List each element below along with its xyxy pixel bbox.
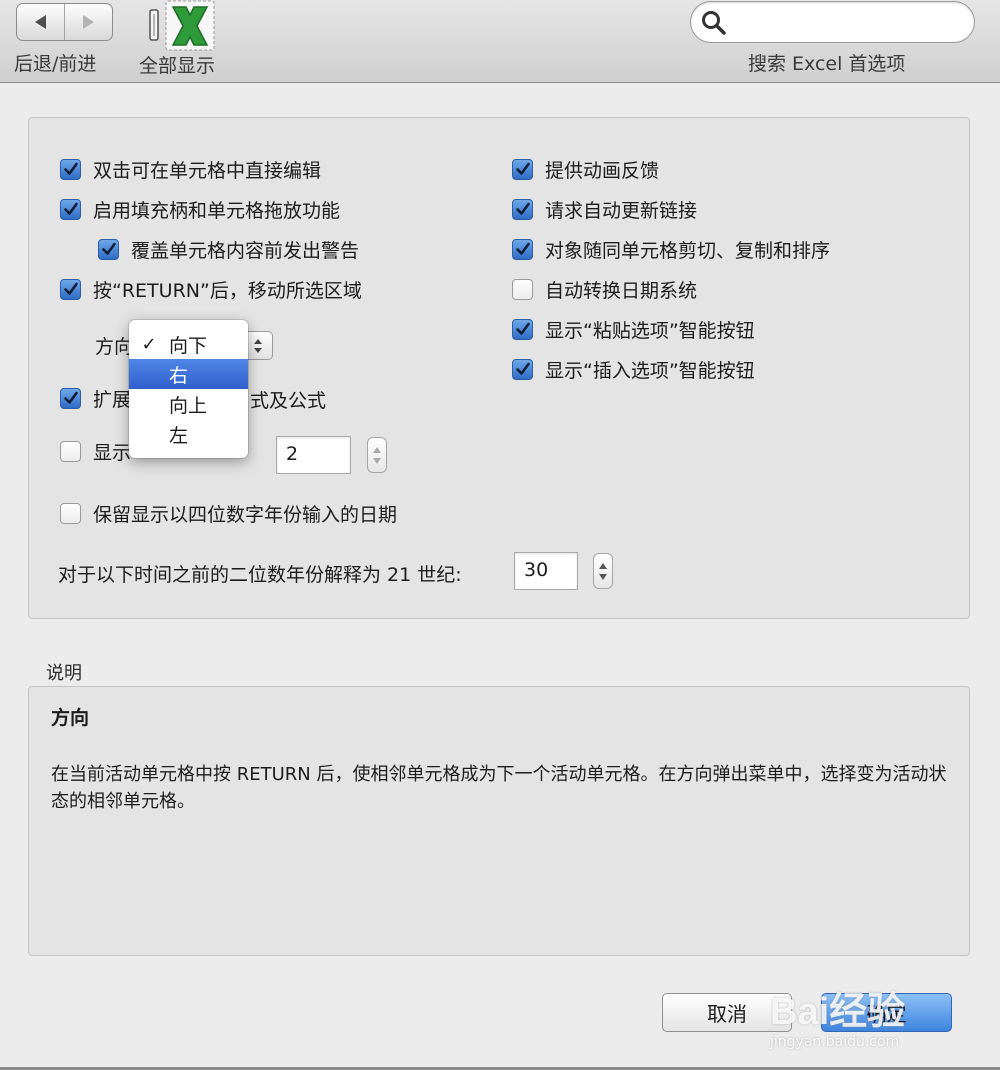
back-forward-control[interactable] [16, 3, 113, 41]
checkbox-checked[interactable] [60, 278, 81, 300]
option-label: 自动转换日期系统 [545, 279, 698, 302]
show-all-label: 全部显示 [139, 55, 216, 77]
checkbox-checked[interactable] [512, 238, 533, 260]
menu-item-label: 向下 [169, 334, 208, 357]
option-label: 按“RETURN”后，移动所选区域 [93, 279, 362, 302]
option-label: 双击可在单元格中直接编辑 [93, 159, 322, 182]
option-animation-feedback[interactable]: 提供动画反馈 [512, 156, 659, 182]
option-objects-with-cells[interactable]: 对象随同单元格剪切、复制和排序 [512, 236, 830, 262]
search-label: 搜索 Excel 首选项 [748, 53, 906, 75]
decimal-places-stepper[interactable] [367, 437, 387, 473]
excel-show-all-icon[interactable] [146, 0, 216, 52]
checkmark-icon [63, 282, 78, 295]
menu-item-label: 向上 [169, 394, 208, 417]
checkmark-icon [515, 322, 530, 335]
description-caption: 说明 [46, 663, 82, 684]
forward-arrow-icon [83, 15, 94, 29]
option-label: 启用填充柄和单元格拖放功能 [93, 199, 341, 222]
toolbar: 后退/前进 全部显示 搜索 Excel 首选项 [0, 0, 1000, 83]
option-show-decimal-places[interactable]: 显示 [60, 438, 131, 464]
option-fill-handle-drag-drop[interactable]: 启用填充柄和单元格拖放功能 [60, 196, 340, 222]
ok-button[interactable]: 确定 [821, 993, 952, 1032]
stepper-down-icon[interactable] [599, 573, 607, 580]
century-year-stepper[interactable] [593, 553, 613, 589]
option-double-click-edit[interactable]: 双击可在单元格中直接编辑 [60, 156, 321, 182]
search-icon [702, 11, 726, 35]
menu-item-label: 左 [169, 424, 189, 447]
option-label: 对象随同单元格剪切、复制和排序 [545, 239, 831, 262]
checkbox-checked[interactable] [512, 158, 533, 180]
option-insert-options-button[interactable]: 显示“插入选项”智能按钮 [512, 356, 755, 382]
option-label: 提供动画反馈 [545, 159, 660, 182]
cancel-button[interactable]: 取消 [662, 993, 792, 1032]
option-extend-label-tail: 式及公式 [250, 390, 327, 412]
menu-item-label: 右 [169, 364, 189, 387]
checkbox-checked[interactable] [512, 198, 533, 220]
description-title: 方向 [51, 707, 90, 729]
back-forward-label: 后退/前进 [14, 53, 97, 75]
checkmark-icon [515, 362, 530, 375]
checkbox-checked[interactable] [60, 158, 81, 180]
checkbox-unchecked[interactable] [512, 278, 533, 300]
forward-button[interactable] [64, 4, 112, 40]
stepper-up-icon[interactable] [599, 562, 607, 569]
option-auto-convert-date-system[interactable]: 自动转换日期系统 [512, 276, 697, 302]
option-extend-formats[interactable]: 扩展 [60, 385, 131, 411]
stepper-down-icon[interactable] [373, 457, 381, 464]
stepper-up-icon[interactable] [373, 446, 381, 453]
checkbox-checked[interactable] [60, 387, 81, 409]
option-overwrite-warning[interactable]: 覆盖单元格内容前发出警告 [98, 236, 359, 262]
option-label: 覆盖单元格内容前发出警告 [131, 239, 360, 262]
checkmark-icon [515, 162, 530, 175]
back-arrow-icon [35, 15, 46, 29]
direction-dropdown-menu: ✓ 向下 右 向上 左 [129, 320, 248, 458]
option-move-after-return[interactable]: 按“RETURN”后，移动所选区域 [60, 276, 362, 302]
menu-item-down[interactable]: ✓ 向下 [129, 329, 248, 359]
checkmark-icon [515, 242, 530, 255]
option-paste-options-button[interactable]: 显示“粘贴选项”智能按钮 [512, 316, 755, 342]
menu-item-left[interactable]: 左 [129, 419, 248, 449]
option-label: 扩展 [93, 388, 132, 411]
direction-label: 方向 [95, 336, 134, 358]
checkbox-unchecked[interactable] [60, 502, 81, 524]
watermark-url: jingyan.baidu.com [770, 1034, 900, 1050]
search-input[interactable] [731, 8, 966, 36]
menu-item-up[interactable]: 向上 [129, 389, 248, 419]
checkmark-icon [63, 391, 78, 404]
decimal-places-field[interactable]: 2 [276, 436, 351, 474]
century-label: 对于以下时间之前的二位数年份解释为 21 世纪: [58, 564, 462, 586]
checkmark-icon [63, 162, 78, 175]
checkmark-icon [515, 202, 530, 215]
checkbox-checked[interactable] [98, 238, 119, 260]
option-label: 显示“粘贴选项”智能按钮 [545, 319, 755, 342]
checkmark-icon [63, 202, 78, 215]
option-label: 显示“插入选项”智能按钮 [545, 359, 755, 382]
updown-chevron-icon [253, 338, 262, 353]
checkmark-icon: ✓ [141, 333, 157, 355]
back-button[interactable] [17, 4, 64, 40]
checkbox-checked[interactable] [512, 358, 533, 380]
option-auto-update-links[interactable]: 请求自动更新链接 [512, 196, 697, 222]
checkbox-checked[interactable] [512, 318, 533, 340]
checkmark-icon [101, 242, 116, 255]
search-field[interactable] [690, 1, 975, 43]
option-label: 显示 [93, 441, 132, 464]
checkbox-unchecked[interactable] [60, 440, 81, 462]
option-label: 保留显示以四位数字年份输入的日期 [93, 503, 398, 526]
description-body: 在当前活动单元格中按 RETURN 后，使相邻单元格成为下一个活动单元格。在方向… [51, 764, 947, 812]
menu-item-right[interactable]: 右 [129, 359, 248, 389]
century-year-field[interactable]: 30 [514, 552, 578, 590]
description-box: 方向 在当前活动单元格中按 RETURN 后，使相邻单元格成为下一个活动单元格。… [28, 686, 970, 956]
checkbox-checked[interactable] [60, 198, 81, 220]
option-four-digit-years[interactable]: 保留显示以四位数字年份输入的日期 [60, 500, 397, 526]
option-label: 请求自动更新链接 [545, 199, 698, 222]
